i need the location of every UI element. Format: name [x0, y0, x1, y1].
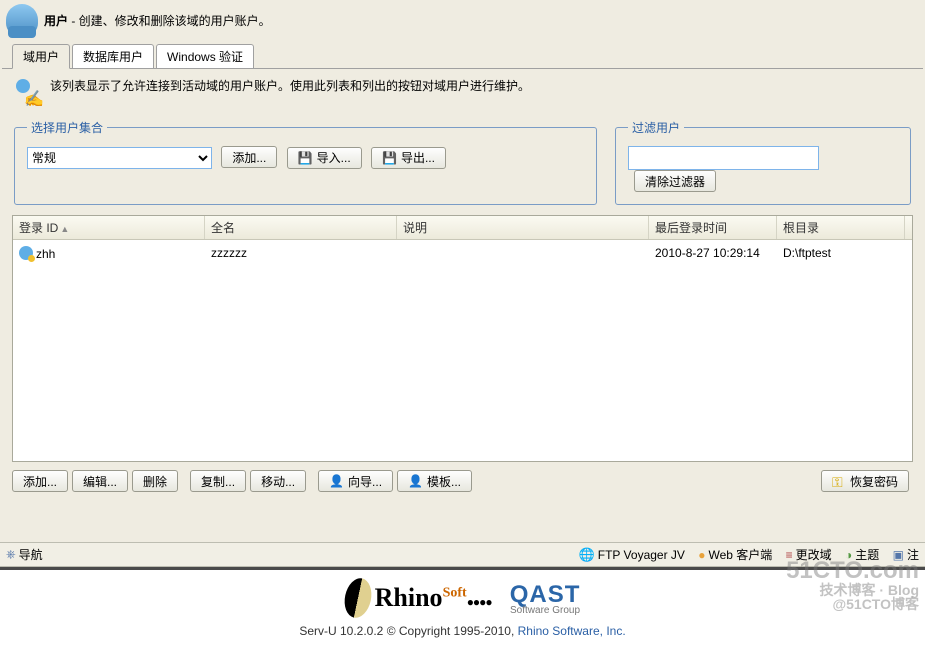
footer-brand: RhinoSoft●●●● QASTSoftware Group — [0, 567, 925, 620]
header-text: 用户 - 创建、修改和删除该域的用户账户。 — [44, 12, 271, 29]
add-set-button[interactable]: 添加... — [221, 146, 277, 168]
description-row: 该列表显示了允许连接到活动域的用户账户。使用此列表和列出的按钮对域用户进行维护。 — [12, 77, 913, 109]
sort-asc-icon: ▲ — [60, 224, 69, 234]
page-header: 用户 - 创建、修改和删除该域的用户账户。 — [0, 0, 925, 44]
user-set-select[interactable]: 常规 — [27, 147, 212, 169]
cell-root: D:\ftptest — [777, 244, 905, 263]
cell-last-login: 2010-8-27 10:29:14 — [649, 244, 777, 263]
logout-button[interactable]: 注 — [893, 546, 919, 563]
user-row-icon — [19, 246, 33, 260]
action-row: 添加... 编辑... 删除 复制... 移动... 向导... 模板... 恢… — [12, 470, 913, 492]
cell-fullname: zzzzzz — [205, 244, 397, 263]
web-client-button[interactable]: Web 客户端 — [698, 546, 772, 563]
col-login-id[interactable]: 登录 ID▲ — [13, 216, 205, 239]
filter-users-legend: 过滤用户 — [628, 119, 684, 136]
add-button[interactable]: 添加... — [12, 470, 68, 492]
export-icon: 💾 — [382, 151, 397, 165]
import-icon: 💾 — [298, 151, 313, 165]
delete-button[interactable]: 删除 — [132, 470, 178, 492]
change-domain-icon — [786, 548, 793, 562]
tab-panel: 该列表显示了允许连接到活动域的用户账户。使用此列表和列出的按钮对域用户进行维护。… — [2, 68, 923, 502]
col-desc[interactable]: 说明 — [397, 216, 649, 239]
filter-input[interactable] — [628, 146, 819, 170]
select-user-set-group: 选择用户集合 常规 添加... 💾导入... 💾导出... — [14, 119, 597, 205]
description-text: 该列表显示了允许连接到活动域的用户账户。使用此列表和列出的按钮对域用户进行维护。 — [50, 77, 530, 94]
controls-row: 选择用户集合 常规 添加... 💾导入... 💾导出... 过滤用户 清除过滤器 — [12, 119, 913, 205]
template-icon — [408, 474, 423, 488]
export-button[interactable]: 💾导出... — [371, 147, 446, 169]
wizard-button[interactable]: 向导... — [318, 470, 393, 492]
col-fullname[interactable]: 全名 — [205, 216, 397, 239]
users-header-icon — [6, 4, 38, 36]
nav-button[interactable]: 导航 — [6, 546, 43, 563]
rhino-oval-icon — [341, 576, 375, 621]
qast-logo: QASTSoftware Group — [510, 581, 581, 616]
move-button[interactable]: 移动... — [250, 470, 306, 492]
nav-icon — [6, 547, 16, 562]
clear-filter-button[interactable]: 清除过滤器 — [634, 170, 716, 192]
change-domain-button[interactable]: 更改域 — [786, 546, 832, 563]
rhino-link[interactable]: Rhino Software, Inc. — [518, 624, 626, 638]
cell-desc — [397, 244, 649, 263]
copyright: Serv-U 10.2.0.2 © Copyright 1995-2010, R… — [0, 620, 925, 646]
template-button[interactable]: 模板... — [397, 470, 472, 492]
rhino-logo: RhinoSoft●●●● — [345, 578, 492, 618]
col-last-login[interactable]: 最后登录时间 — [649, 216, 777, 239]
page-subtitle: - 创建、修改和删除该域的用户账户。 — [68, 14, 271, 28]
table-row[interactable]: zhh zzzzzz 2010-8-27 10:29:14 D:\ftptest — [13, 240, 912, 267]
users-grid: 登录 ID▲ 全名 说明 最后登录时间 根目录 zhh zzzzzz 2010-… — [12, 215, 913, 462]
col-root[interactable]: 根目录 — [777, 216, 905, 239]
theme-icon — [845, 548, 852, 562]
key-icon — [832, 474, 846, 488]
tab-domain-users[interactable]: 域用户 — [12, 44, 70, 69]
import-button[interactable]: 💾导入... — [287, 147, 362, 169]
users-info-icon — [12, 77, 44, 109]
page-title: 用户 — [44, 14, 68, 28]
theme-button[interactable]: 主题 — [845, 546, 879, 563]
recover-password-button[interactable]: 恢复密码 — [821, 470, 909, 492]
tab-strip: 域用户 数据库用户 Windows 验证 — [0, 44, 925, 68]
globe-icon — [579, 547, 595, 563]
ftp-voyager-button[interactable]: FTP Voyager JV — [579, 547, 685, 563]
tab-db-users[interactable]: 数据库用户 — [72, 44, 154, 68]
filter-users-group: 过滤用户 清除过滤器 — [615, 119, 911, 205]
bottom-bar: 导航 FTP Voyager JV Web 客户端 更改域 主题 注 — [0, 542, 925, 567]
logout-icon — [893, 548, 904, 562]
web-client-icon — [698, 548, 705, 562]
cell-login-id: zhh — [36, 247, 55, 261]
copy-button[interactable]: 复制... — [190, 470, 246, 492]
tab-windows-auth[interactable]: Windows 验证 — [156, 44, 254, 68]
grid-header: 登录 ID▲ 全名 说明 最后登录时间 根目录 — [13, 216, 912, 240]
select-user-set-legend: 选择用户集合 — [27, 119, 107, 136]
wizard-icon — [329, 474, 344, 488]
edit-button[interactable]: 编辑... — [72, 470, 128, 492]
